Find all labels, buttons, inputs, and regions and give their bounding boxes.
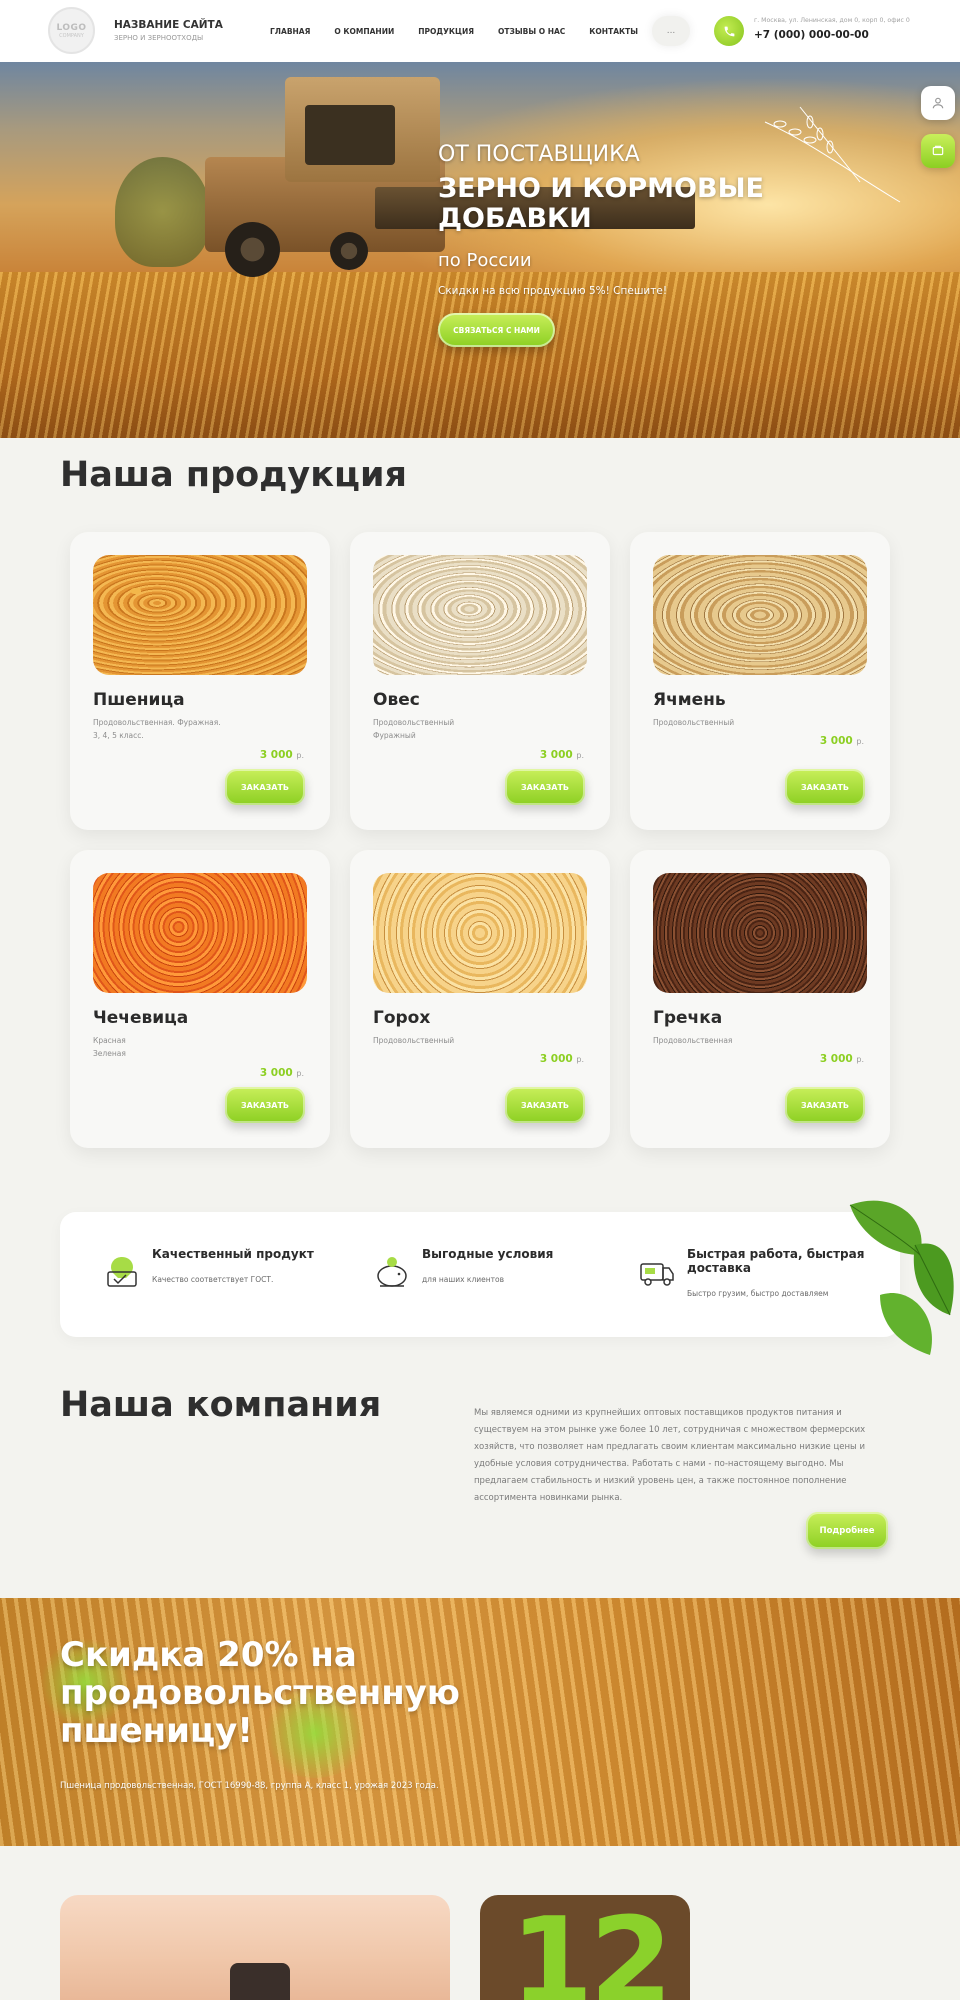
years-number: 12 — [510, 1895, 673, 2000]
leaves-decoration — [849, 1200, 954, 1355]
product-image-pea — [373, 873, 587, 993]
order-button[interactable]: ЗАКАЗАТЬ — [505, 769, 585, 805]
product-price: 3 000 р. — [819, 735, 864, 747]
call-button[interactable] — [714, 16, 744, 46]
feature-item: Качественный продукт Качество соответств… — [100, 1212, 330, 1337]
nav-item-reviews[interactable]: ОТЗЫВЫ О НАС — [498, 27, 565, 36]
promo-banner: Скидка 20% на продовольственную пшеницу!… — [0, 1598, 960, 1846]
product-card: Ячмень Продовольственный 3 000 р. ЗАКАЗА… — [630, 532, 890, 830]
hero-region: по России — [438, 250, 532, 271]
feature-description: Качество соответствует ГОСТ. — [152, 1275, 274, 1284]
order-button[interactable]: ЗАКАЗАТЬ — [225, 769, 305, 805]
feature-title: Выгодные условия — [422, 1247, 554, 1261]
product-image-wheat — [93, 555, 307, 675]
product-name: Овес — [373, 690, 420, 710]
product-image-barley — [653, 555, 867, 675]
tree-image — [115, 157, 210, 267]
order-button[interactable]: ЗАКАЗАТЬ — [785, 769, 865, 805]
product-image-lentil — [93, 873, 307, 993]
logo[interactable]: LOGO COMPANY — [48, 7, 95, 54]
feature-description: Быстро грузим, быстро доставляем — [687, 1289, 829, 1298]
product-price: 3 000 р. — [539, 1053, 584, 1065]
floating-cart-button[interactable] — [921, 134, 955, 168]
product-description: Красная Зеленая — [93, 1036, 126, 1058]
product-name: Ячмень — [653, 690, 726, 710]
cart-icon — [932, 145, 944, 156]
header-phone[interactable]: +7 (000) 000-00-00 — [754, 29, 869, 41]
product-description: Продовольственная. Фуражная. 3, 4, 5 кла… — [93, 718, 221, 740]
product-description: Продовольственный — [653, 718, 735, 727]
product-description: Продовольственный — [373, 1036, 455, 1045]
product-name: Горох — [373, 1008, 431, 1028]
product-name: Чечевица — [93, 1008, 189, 1028]
product-description: Продовольственный Фуражный — [373, 718, 455, 740]
product-price: 3 000 р. — [539, 749, 584, 761]
more-button[interactable]: Подробнее — [806, 1512, 888, 1549]
search-label: ... — [666, 26, 676, 36]
contact-us-button[interactable]: СВЯЗАТЬСЯ С НАМИ — [438, 313, 555, 347]
nav-item-about[interactable]: О КОМПАНИИ — [334, 27, 394, 36]
tractor-image — [60, 1895, 450, 2000]
hero-promo-text: Скидки на всю продукцию 5%! Спешите! — [438, 285, 668, 297]
product-name: Гречка — [653, 1008, 723, 1028]
order-button[interactable]: ЗАКАЗАТЬ — [505, 1087, 585, 1123]
product-card: Гречка Продовольственная 3 000 р. ЗАКАЗА… — [630, 850, 890, 1148]
product-card: Овес Продовольственный Фуражный 3 000 р.… — [350, 532, 610, 830]
order-button[interactable]: ЗАКАЗАТЬ — [785, 1087, 865, 1123]
phone-icon — [724, 26, 734, 36]
delivery-truck-icon — [640, 1263, 674, 1286]
piggy-bank-icon — [377, 1257, 407, 1287]
product-image-buckwheat — [653, 873, 867, 993]
feature-item: Выгодные условия для наших клиентов — [370, 1212, 600, 1337]
promo-title: Скидка 20% на продовольственную пшеницу! — [60, 1635, 460, 1751]
site-header: LOGO COMPANY НАЗВАНИЕ САЙТА ЗЕРНО И ЗЕРН… — [0, 0, 960, 62]
search-button[interactable]: ... — [652, 16, 690, 46]
years-counter: 12 — [480, 1895, 690, 2000]
feature-title: Качественный продукт — [152, 1247, 314, 1261]
hero-banner: ОТ ПОСТАВЩИКА ЗЕРНО И КОРМОВЫЕ ДОБАВКИ п… — [0, 62, 960, 438]
logo-text: LOGO — [56, 22, 87, 33]
features-panel: Качественный продукт Качество соответств… — [60, 1212, 900, 1337]
product-card: Чечевица Красная Зеленая 3 000 р. ЗАКАЗА… — [70, 850, 330, 1148]
company-title: Наша компания — [60, 1385, 382, 1425]
product-price: 3 000 р. — [819, 1053, 864, 1065]
product-image-oat — [373, 555, 587, 675]
hero-tagline: ОТ ПОСТАВЩИКА — [438, 142, 640, 167]
floating-sidebar-button[interactable] — [921, 86, 955, 120]
site-subtitle: ЗЕРНО И ЗЕРНООТХОДЫ — [114, 34, 204, 42]
company-description: Мы являемся одними из крупнейших оптовых… — [474, 1408, 866, 1503]
product-name: Пшеница — [93, 690, 185, 710]
header-address: г. Москва, ул. Ленинская, дом 0, корп 0,… — [754, 17, 910, 24]
nav-item-home[interactable]: ГЛАВНАЯ — [270, 27, 310, 36]
products-title: Наша продукция — [60, 455, 407, 495]
order-button[interactable]: ЗАКАЗАТЬ — [225, 1087, 305, 1123]
product-description: Продовольственная — [653, 1036, 733, 1045]
nav-item-products[interactable]: ПРОДУКЦИЯ — [418, 27, 474, 36]
quality-icon — [107, 1257, 137, 1287]
wheat-sketch-decoration — [764, 106, 901, 203]
main-nav: ГЛАВНАЯ О КОМПАНИИ ПРОДУКЦИЯ ОТЗЫВЫ О НА… — [270, 27, 638, 36]
product-price: 3 000 р. — [259, 1067, 304, 1079]
product-price: 3 000 р. — [259, 749, 304, 761]
promo-subtitle: Пшеница продовольственная, ГОСТ 16990-88… — [60, 1781, 439, 1791]
feature-description: для наших клиентов — [422, 1275, 505, 1284]
product-card: Пшеница Продовольственная. Фуражная. 3, … — [70, 532, 330, 830]
site-title: НАЗВАНИЕ САЙТА — [114, 19, 223, 31]
person-icon — [932, 97, 944, 109]
nav-item-contacts[interactable]: КОНТАКТЫ — [589, 27, 638, 36]
product-card: Горох Продовольственный 3 000 р. ЗАКАЗАТ… — [350, 850, 610, 1148]
logo-subtext: COMPANY — [59, 32, 84, 39]
hero-title: ЗЕРНО И КОРМОВЫЕ ДОБАВКИ — [438, 173, 764, 234]
